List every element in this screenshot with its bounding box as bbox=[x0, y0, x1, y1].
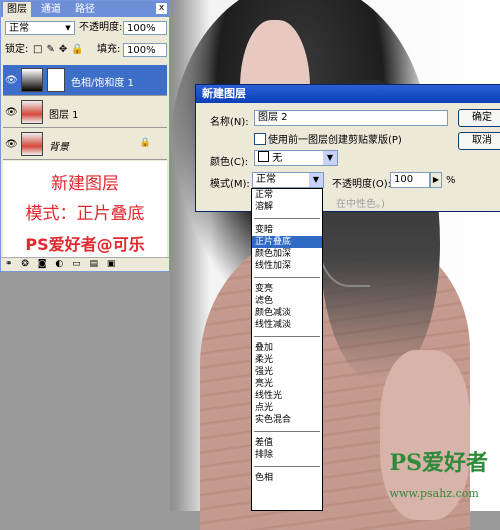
mode-option[interactable]: 变亮 bbox=[252, 283, 322, 295]
mode-label: 模式(M): bbox=[210, 179, 250, 190]
close-icon[interactable]: x bbox=[156, 3, 167, 14]
layer-name: 色相/饱和度 1 bbox=[71, 78, 134, 89]
chevron-right-icon[interactable]: ▶ bbox=[430, 172, 442, 188]
mode-option[interactable]: 实色混合 bbox=[252, 414, 322, 426]
divider bbox=[254, 218, 320, 219]
mode-option[interactable]: 颜色减淡 bbox=[252, 307, 322, 319]
mode-option[interactable]: 差值 bbox=[252, 437, 322, 449]
color-value: 无 bbox=[272, 153, 283, 164]
layer-name: 背景 bbox=[49, 142, 69, 153]
clip-checkbox[interactable] bbox=[254, 133, 266, 145]
dropdown-group-lighten: 变亮 滤色 颜色减淡 线性减淡 bbox=[252, 283, 322, 331]
tab-layers[interactable]: 图层 bbox=[3, 2, 31, 17]
layer-thumbnail bbox=[21, 132, 43, 156]
opacity-value: 100% bbox=[127, 23, 156, 34]
promo-line-1: 新建图层 bbox=[51, 174, 119, 194]
layer-row-hue-saturation[interactable]: 👁 色相/饱和度 1 bbox=[3, 65, 167, 96]
dropdown-group-darken: 变暗 正片叠底 颜色加深 线性加深 bbox=[252, 224, 322, 272]
opacity-unit: % bbox=[446, 175, 456, 186]
color-select[interactable]: 无 ▼ bbox=[254, 150, 338, 166]
color-label: 颜色(C): bbox=[210, 157, 249, 168]
divider bbox=[254, 466, 320, 467]
chevron-down-icon: ▼ bbox=[309, 173, 323, 187]
fill-label: 填充: bbox=[97, 44, 121, 55]
clip-label: 使用前一图层创建剪贴蒙版(P) bbox=[268, 135, 402, 146]
color-swatch bbox=[258, 151, 269, 162]
mode-option[interactable]: 线性光 bbox=[252, 390, 322, 402]
blend-mode-select[interactable]: 正常 ▼ bbox=[5, 21, 75, 35]
lock-icons[interactable]: □✎✥🔒 bbox=[33, 41, 88, 59]
promo-line-3: PS爱好者@可乐 bbox=[25, 235, 145, 254]
lock-icon: 🔒 bbox=[139, 138, 151, 148]
mode-option[interactable]: 线性加深 bbox=[252, 260, 322, 272]
blend-mode-value: 正常 bbox=[9, 23, 29, 34]
neutral-hint: 在中性色。) bbox=[336, 199, 385, 210]
mode-value: 正常 bbox=[256, 174, 276, 185]
mode-option[interactable]: 颜色加深 bbox=[252, 248, 322, 260]
eye-icon[interactable]: 👁 bbox=[5, 75, 18, 86]
chevron-down-icon: ▼ bbox=[323, 151, 337, 165]
layer-row-background[interactable]: 👁 背景 🔒 bbox=[3, 129, 167, 160]
eye-icon[interactable]: 👁 bbox=[5, 139, 18, 150]
mode-option[interactable]: 色相 bbox=[252, 472, 322, 484]
mode-option[interactable]: 点光 bbox=[252, 402, 322, 414]
mode-option[interactable]: 亮光 bbox=[252, 378, 322, 390]
watermark-url: www.psahz.com bbox=[389, 487, 479, 500]
watermark-text: 爱好者 bbox=[421, 450, 488, 476]
dropdown-group-normal: 正常 溶解 bbox=[252, 189, 322, 213]
adjustment-thumbnail bbox=[21, 68, 43, 92]
layer-thumbnail bbox=[21, 100, 43, 124]
new-layer-dialog: 新建图层 名称(N): 图层 2 确定 取消 使用前一图层创建剪贴蒙版(P) 颜… bbox=[195, 84, 500, 212]
mode-option[interactable]: 变暗 bbox=[252, 224, 322, 236]
blend-row: 正常 ▼ 不透明度: 100% bbox=[1, 19, 169, 37]
watermark: PS爱好者 www.psahz.com bbox=[390, 445, 488, 503]
mode-select[interactable]: 正常 ▼ bbox=[252, 172, 324, 188]
mode-option[interactable]: 滤色 bbox=[252, 295, 322, 307]
panel-tabs: 图层 通道 路径 x bbox=[1, 1, 169, 17]
lock-row: 锁定: □✎✥🔒 填充: 100% bbox=[1, 41, 169, 59]
lock-label: 锁定: bbox=[5, 44, 29, 55]
mode-option[interactable]: 排除 bbox=[252, 449, 322, 461]
fill-input[interactable]: 100% bbox=[123, 43, 167, 57]
cancel-button[interactable]: 取消 bbox=[458, 132, 500, 150]
divider bbox=[254, 277, 320, 278]
mode-option[interactable]: 强光 bbox=[252, 366, 322, 378]
layers-panel-toolbar[interactable]: ⚭ ❂ ◙ ◐ ▭ ▤ ▣ bbox=[1, 257, 169, 271]
dropdown-group-difference: 差值 排除 bbox=[252, 437, 322, 461]
name-label: 名称(N): bbox=[210, 117, 249, 128]
layer-name: 图层 1 bbox=[49, 110, 79, 121]
tab-channels[interactable]: 通道 bbox=[37, 2, 65, 17]
mode-option[interactable]: 正常 bbox=[252, 189, 322, 201]
opacity-input[interactable]: 100% bbox=[123, 21, 167, 35]
opacity-value: 100 bbox=[394, 174, 414, 185]
ok-button[interactable]: 确定 bbox=[458, 109, 500, 127]
mode-option[interactable]: 溶解 bbox=[252, 201, 322, 213]
dropdown-group-hue: 色相 bbox=[252, 472, 322, 484]
mode-dropdown-list: 正常 溶解 变暗 正片叠底 颜色加深 线性加深 变亮 滤色 颜色减淡 线性减淡 … bbox=[251, 188, 323, 511]
toolbar-icons[interactable]: ⚭ ❂ ◙ ◐ ▭ ▤ ▣ bbox=[5, 259, 118, 269]
layer-row-layer1[interactable]: 👁 图层 1 bbox=[3, 97, 167, 128]
dropdown-group-contrast: 叠加 柔光 强光 亮光 线性光 点光 实色混合 bbox=[252, 342, 322, 426]
fill-value: 100% bbox=[127, 45, 156, 56]
mode-option-selected[interactable]: 正片叠底 bbox=[252, 236, 322, 248]
promo-line-2: 模式：正片叠底 bbox=[25, 204, 145, 224]
mode-option[interactable]: 叠加 bbox=[252, 342, 322, 354]
name-value: 图层 2 bbox=[258, 112, 288, 123]
promo-text-block: 新建图层 模式：正片叠底 PS爱好者@可乐 bbox=[3, 161, 167, 257]
name-input[interactable]: 图层 2 bbox=[254, 110, 448, 126]
opacity-label: 不透明度: bbox=[79, 22, 123, 33]
divider bbox=[254, 336, 320, 337]
watermark-logo: PS bbox=[389, 450, 422, 476]
layers-panel: 图层 通道 路径 x 正常 ▼ 不透明度: 100% 锁定: □✎✥🔒 填充: … bbox=[0, 0, 170, 272]
mask-thumbnail bbox=[47, 68, 65, 92]
mode-option[interactable]: 线性减淡 bbox=[252, 319, 322, 331]
opacity-input[interactable]: 100 bbox=[390, 172, 430, 188]
eye-icon[interactable]: 👁 bbox=[5, 107, 18, 118]
mode-option[interactable]: 柔光 bbox=[252, 354, 322, 366]
dialog-title: 新建图层 bbox=[196, 85, 500, 103]
divider bbox=[254, 431, 320, 432]
tab-paths[interactable]: 路径 bbox=[71, 2, 99, 17]
chevron-down-icon: ▼ bbox=[65, 24, 71, 32]
opacity-label: 不透明度(O): bbox=[332, 179, 392, 190]
